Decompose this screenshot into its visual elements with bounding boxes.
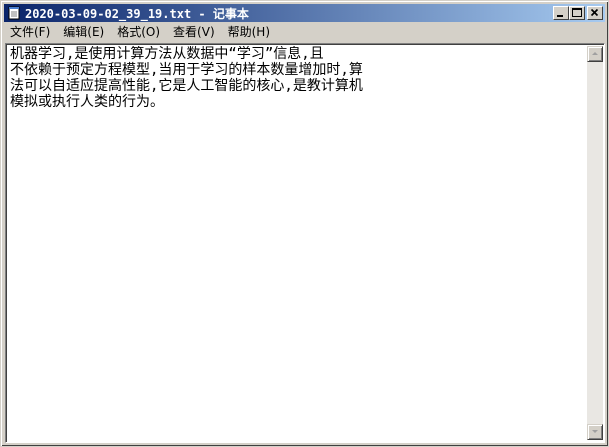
menu-format[interactable]: 格式(O)	[111, 23, 167, 42]
window-controls	[553, 6, 603, 20]
menu-help[interactable]: 帮助(H)	[222, 23, 277, 42]
menu-file[interactable]: 文件(F)	[4, 23, 57, 42]
text-line-1: 机器学习,是使用计算方法从数据中“学习”信息,且	[10, 46, 324, 62]
minimize-button[interactable]	[553, 6, 569, 20]
close-button[interactable]	[587, 6, 603, 20]
menu-bar: 文件(F) 编辑(E) 格式(O) 查看(V) 帮助(H)	[4, 23, 605, 42]
close-icon	[590, 8, 599, 17]
text-line-3: 法可以自适应提高性能,它是人工智能的核心,是教计算机	[10, 78, 363, 94]
arrow-up-icon	[592, 52, 598, 55]
maximize-button[interactable]	[569, 6, 585, 20]
editor-frame: 机器学习,是使用计算方法从数据中“学习”信息,且 不依赖于预定方程模型,当用于学…	[5, 43, 605, 443]
notepad-window: 2020-03-09-02_39_19.txt - 记事本 文件(F) 编辑(E…	[0, 0, 609, 447]
minimize-icon	[557, 15, 563, 17]
text-line-2: 不依赖于预定方程模型,当用于学习的样本数量增加时,算	[10, 62, 363, 78]
menu-view[interactable]: 查看(V)	[167, 23, 222, 42]
notepad-icon[interactable]	[7, 6, 21, 20]
scroll-up-button[interactable]	[587, 46, 603, 62]
text-line-4: 模拟或执行人类的行为。	[10, 94, 164, 110]
window-title: 2020-03-09-02_39_19.txt - 记事本	[25, 6, 249, 21]
text-editor[interactable]: 机器学习,是使用计算方法从数据中“学习”信息,且 不依赖于预定方程模型,当用于学…	[8, 46, 587, 440]
maximize-icon	[572, 8, 582, 17]
arrow-down-icon	[592, 430, 598, 433]
menu-edit[interactable]: 编辑(E)	[57, 23, 111, 42]
title-bar[interactable]: 2020-03-09-02_39_19.txt - 记事本	[4, 4, 605, 22]
vertical-scrollbar[interactable]	[587, 46, 603, 440]
scroll-down-button[interactable]	[587, 424, 603, 440]
